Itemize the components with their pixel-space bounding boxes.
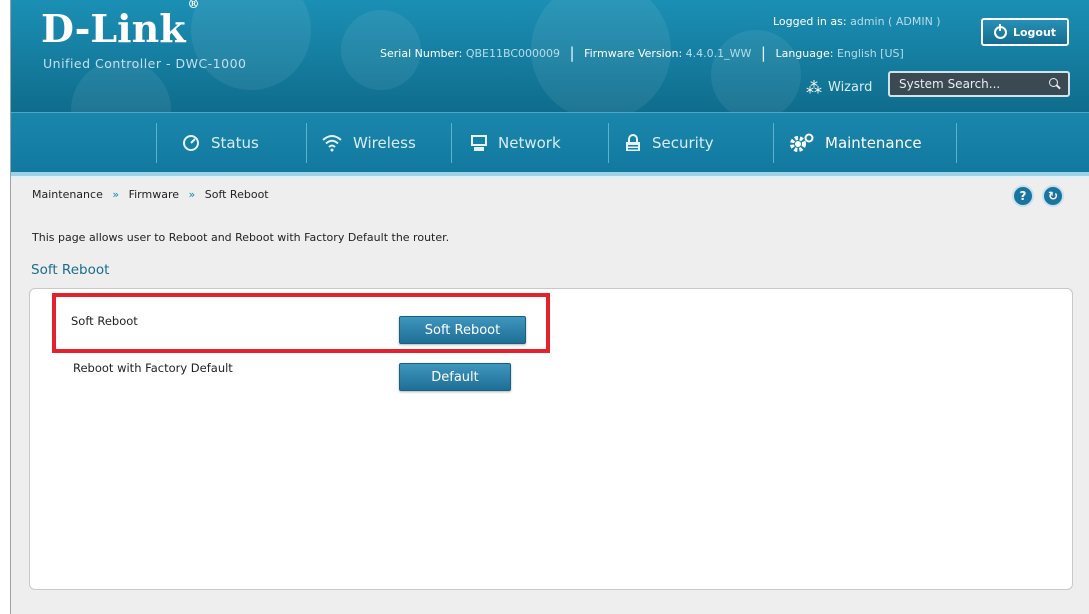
soft-reboot-label: Soft Reboot (71, 314, 138, 328)
power-icon (993, 23, 1007, 39)
soft-reboot-button[interactable]: Soft Reboot (399, 316, 526, 344)
main-content: Maintenance » Firmware » Soft Reboot ? ↻… (11, 178, 1089, 614)
gauge-icon (183, 135, 199, 151)
language-label: Language: (775, 47, 834, 60)
reboot-panel: Soft Reboot Soft Reboot Reboot with Fact… (29, 288, 1073, 590)
breadcrumb-firmware[interactable]: Firmware (129, 188, 179, 201)
logout-button[interactable]: Logout (981, 18, 1069, 46)
main-nav: Status Wireless Network Security Mainten… (11, 112, 1089, 172)
nav-divider (956, 123, 957, 163)
language-value[interactable]: English [US] (837, 47, 904, 60)
brand-logo: D-Link® (41, 0, 200, 51)
logged-in-user: admin ( ADMIN ) (850, 15, 941, 28)
device-info: Serial Number: QBE11BC000009 | Firmware … (380, 43, 904, 62)
logout-label: Logout (1012, 25, 1057, 39)
search-placeholder: System Search... (899, 77, 1001, 91)
nav-label-wireless: Wireless (353, 134, 416, 152)
breadcrumb-separator: » (188, 188, 196, 201)
breadcrumb-maintenance[interactable]: Maintenance (32, 188, 103, 201)
registered-mark: ® (187, 0, 200, 12)
factory-default-label: Reboot with Factory Default (73, 361, 233, 375)
system-search-input[interactable]: System Search... (888, 71, 1070, 97)
breadcrumb: Maintenance » Firmware » Soft Reboot (32, 188, 269, 201)
monitor-icon (471, 135, 487, 151)
help-icon[interactable]: ? (1012, 185, 1034, 207)
logged-in-info: Logged in as: admin ( ADMIN ) (773, 15, 941, 28)
serial-label: Serial Number: (380, 47, 463, 60)
product-name: Unified Controller - DWC-1000 (43, 56, 247, 71)
firmware-label: Firmware Version: (584, 47, 683, 60)
divider: | (760, 44, 766, 62)
breadcrumb-separator: » (112, 188, 120, 201)
wizard-label: Wizard (828, 80, 873, 95)
wizard-link[interactable]: ⁂ Wizard (806, 78, 872, 97)
nav-item-maintenance[interactable]: Maintenance (789, 113, 922, 173)
logged-in-label: Logged in as: (773, 15, 847, 28)
divider: | (569, 44, 575, 62)
wifi-icon (322, 135, 342, 152)
nav-divider (773, 123, 774, 163)
nav-label-status: Status (211, 134, 259, 152)
nav-item-status[interactable]: Status (181, 113, 259, 173)
nav-label-security: Security (652, 134, 714, 152)
lock-icon (626, 134, 640, 151)
nav-item-wireless[interactable]: Wireless (321, 113, 416, 173)
header-bar: D-Link® Unified Controller - DWC-1000 Lo… (11, 0, 1089, 112)
nav-divider (306, 123, 307, 163)
serial-value: QBE11BC000009 (465, 47, 561, 60)
gears-icon (790, 133, 814, 152)
nav-divider (451, 123, 452, 163)
magic-wand-icon: ⁂ (806, 78, 822, 97)
breadcrumb-soft-reboot: Soft Reboot (204, 188, 269, 201)
section-title: Soft Reboot (31, 262, 110, 278)
page-description: This page allows user to Reboot and Rebo… (32, 231, 450, 244)
nav-label-network: Network (498, 134, 561, 152)
default-button[interactable]: Default (399, 363, 511, 391)
firmware-value: 4.4.0.1_WW (685, 47, 752, 60)
decor-bubble (191, 0, 311, 90)
brand-name: D-Link (41, 6, 186, 51)
nav-divider (608, 123, 609, 163)
app-frame: D-Link® Unified Controller - DWC-1000 Lo… (10, 0, 1089, 614)
refresh-icon[interactable]: ↻ (1042, 185, 1064, 207)
nav-label-maintenance: Maintenance (825, 134, 922, 152)
nav-item-security[interactable]: Security (624, 113, 714, 173)
nav-item-network[interactable]: Network (470, 113, 561, 173)
nav-divider (156, 123, 157, 163)
search-icon[interactable] (1049, 78, 1058, 87)
